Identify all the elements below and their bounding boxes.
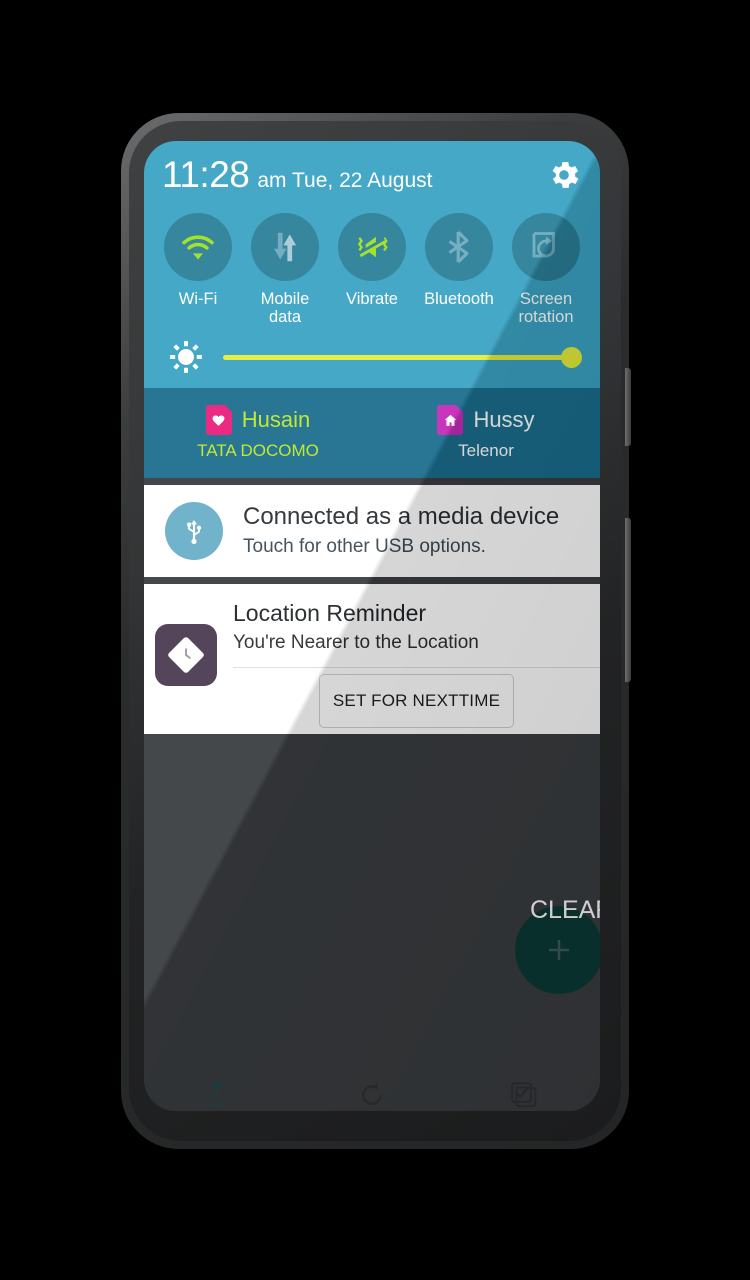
sim-slot-2[interactable]: Hussy Telenor	[372, 388, 600, 478]
notification-usb[interactable]: Connected as a media device Touch for ot…	[144, 485, 600, 577]
sim-2-carrier: Telenor	[458, 441, 514, 460]
tile-bluetooth-circle	[425, 213, 493, 281]
bottom-tab-bar: Once Repeating All	[144, 1061, 600, 1111]
brightness-sun-icon	[170, 341, 202, 373]
tile-wifi[interactable]: Wi-Fi	[157, 213, 239, 326]
tile-bluetooth-label: Bluetooth	[424, 290, 494, 308]
tab-all[interactable]: All	[448, 1061, 600, 1111]
sim-1-carrier: TATA DOCOMO	[197, 441, 319, 460]
tab-once[interactable]: Once	[144, 1061, 296, 1111]
sim-1-name: Husain	[241, 407, 311, 432]
usb-text: Connected as a media device Touch for ot…	[243, 502, 559, 560]
location-reminder-actions: SET FOR NEXTTIME	[233, 668, 600, 734]
sim-1-row: Husain	[205, 405, 311, 435]
location-reminder-title: Location Reminder	[233, 600, 427, 626]
tile-vibrate-label: Vibrate	[346, 290, 398, 308]
sim-2-row: Hussy	[437, 405, 535, 435]
quick-settings-tiles: Wi-Fi Mobile data Vibrate Bluetooth Scre…	[144, 209, 600, 326]
vibrate-icon	[357, 236, 388, 258]
plus-icon	[549, 940, 569, 960]
screenshot-canvas: CLEAR Once	[0, 0, 750, 1280]
usb-icon	[187, 520, 202, 544]
usb-title: Connected as a media device	[243, 503, 560, 530]
tile-mobile-data[interactable]: Mobile data	[244, 213, 326, 326]
tab-repeating[interactable]: Repeating	[296, 1061, 448, 1111]
usb-icon-circle	[165, 502, 223, 560]
sim-2-name: Hussy	[473, 407, 535, 432]
sim-bar: Husain TATA DOCOMO Hussy Telenor	[144, 388, 600, 478]
power-button[interactable]	[625, 368, 631, 446]
quick-settings-panel: 11:28 am Tue, 22 August Wi-Fi Mobile dat…	[144, 141, 600, 388]
set-for-nexttime-button[interactable]: SET FOR NEXTTIME	[318, 674, 515, 728]
tile-wifi-label: Wi-Fi	[178, 290, 218, 308]
tile-screen-rotation-label: Screen rotation	[518, 290, 574, 326]
clock-time: 11:28	[162, 154, 250, 195]
repeat-icon	[362, 1083, 382, 1105]
heart-glyph	[212, 414, 225, 426]
gear-icon[interactable]	[546, 157, 582, 193]
tile-vibrate[interactable]: Vibrate	[331, 213, 413, 326]
screen-rotation-icon	[532, 232, 555, 258]
clear-notifications-button[interactable]: CLEAR	[530, 896, 600, 925]
sim-home-icon	[437, 405, 464, 435]
home-glyph	[444, 414, 457, 426]
brightness-row	[144, 326, 600, 388]
volume-button[interactable]	[625, 518, 631, 682]
phone-screen: CLEAR Once	[144, 141, 600, 1111]
notification-location-reminder[interactable]: Location Reminder You're Nearer to the L…	[144, 584, 600, 734]
diamond-clock-glyph	[168, 637, 204, 673]
sim-heart-icon	[205, 405, 232, 435]
sim-slot-1[interactable]: Husain TATA DOCOMO	[144, 388, 372, 478]
location-reminder-subtitle: You're Nearer to the Location	[233, 632, 479, 653]
once-tap-icon	[210, 1082, 225, 1108]
tile-screen-rotation-circle	[512, 213, 580, 281]
phone-frame: CLEAR Once	[121, 113, 631, 1149]
location-reminder-app-icon	[155, 624, 217, 686]
tile-mobile-data-circle	[251, 213, 319, 281]
mobile-data-icon	[273, 232, 297, 262]
clock-date: am Tue, 22 August	[257, 169, 433, 192]
tile-bluetooth[interactable]: Bluetooth	[418, 213, 500, 326]
all-checkbox-icon	[511, 1082, 537, 1108]
tile-wifi-circle	[164, 213, 232, 281]
wifi-icon	[182, 235, 214, 260]
tile-screen-rotation[interactable]: Screen rotation	[505, 213, 587, 326]
brightness-slider-thumb[interactable]	[561, 346, 582, 368]
status-clock: 11:28 am Tue, 22 August	[162, 154, 432, 196]
usb-subtitle: Touch for other USB options.	[243, 536, 486, 557]
notification-gap-2	[144, 577, 600, 584]
quick-settings-header: 11:28 am Tue, 22 August	[144, 141, 600, 209]
notification-shade: 11:28 am Tue, 22 August Wi-Fi Mobile dat…	[144, 141, 600, 941]
tile-vibrate-circle	[338, 213, 406, 281]
tile-mobile-data-label: Mobile data	[260, 290, 310, 326]
notification-gap	[144, 478, 600, 485]
brightness-slider[interactable]	[223, 346, 582, 368]
bluetooth-icon	[448, 230, 469, 264]
